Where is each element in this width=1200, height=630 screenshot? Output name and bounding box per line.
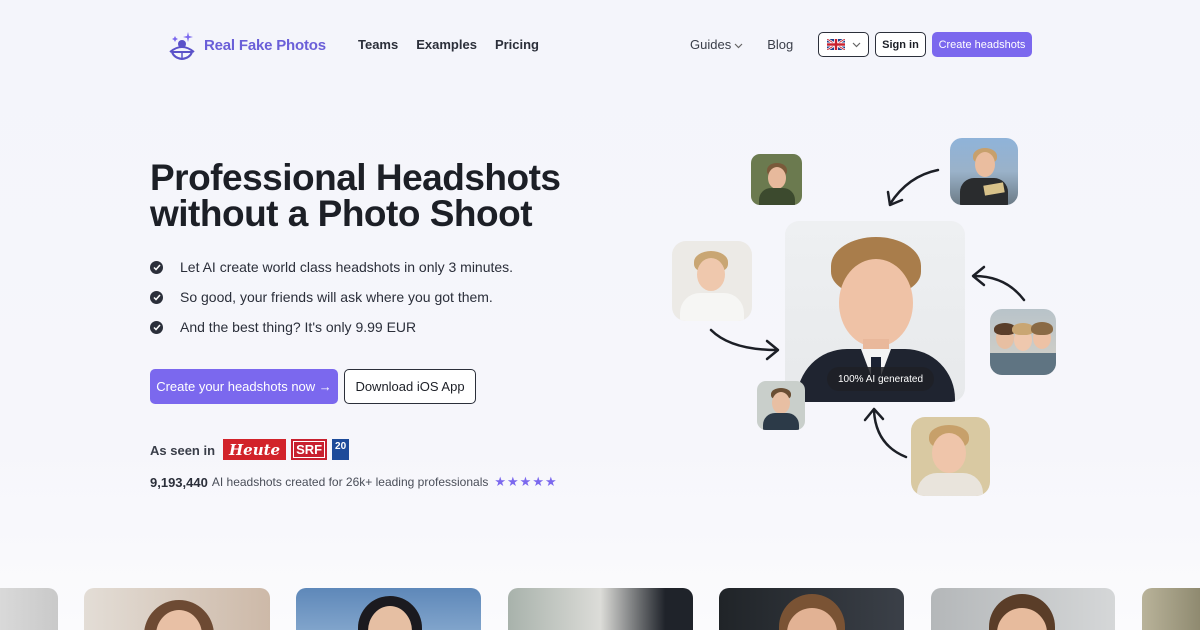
chevron-down-icon	[734, 43, 743, 49]
headshot-count-text: AI headshots created for 26k+ leading pr…	[211, 475, 489, 489]
selfie-photo	[751, 154, 802, 205]
site-header: Real Fake Photos Teams Examples Pricing …	[0, 0, 1200, 90]
arrow-icon	[886, 168, 940, 207]
group-selfie-photo	[990, 309, 1056, 375]
benefit-item: So good, your friends will ask where you…	[150, 282, 513, 312]
chevron-down-icon	[852, 42, 860, 47]
arrow-icon	[971, 265, 1026, 302]
as-seen-in-label: As seen in	[150, 443, 216, 458]
language-selector[interactable]	[818, 32, 869, 57]
benefit-text: And the best thing? It's only 9.99 EUR	[180, 319, 417, 335]
headshot-stats: 9,193,440 AI headshots created for 26k+ …	[150, 474, 558, 490]
logo-text: Real Fake Photos	[204, 36, 326, 54]
logo[interactable]: Real Fake Photos	[166, 30, 326, 60]
example-photo	[1142, 588, 1200, 630]
example-photo	[84, 588, 270, 630]
benefit-item: And the best thing? It's only 9.99 EUR	[150, 312, 513, 342]
create-headshots-button[interactable]: Create headshots	[932, 32, 1032, 57]
logo-icon	[169, 32, 195, 60]
benefit-list: Let AI create world class headshots in o…	[150, 252, 513, 342]
nav-teams[interactable]: Teams	[358, 37, 398, 52]
secondary-nav: Guides Blog	[690, 37, 793, 52]
download-ios-app-button[interactable]: Download iOS App	[344, 369, 476, 404]
nav-examples[interactable]: Examples	[416, 37, 477, 52]
create-your-headshots-button[interactable]: Create your headshots now →	[150, 369, 338, 404]
srf-logo: SRF	[291, 439, 328, 460]
ai-generated-badge: 100% AI generated	[827, 367, 934, 391]
selfie-photo	[911, 417, 990, 496]
check-icon	[150, 290, 163, 304]
hero-title-line-1: Professional Headshots	[150, 157, 561, 198]
selfie-photo	[950, 138, 1018, 205]
nav-guides-label: Guides	[690, 37, 732, 52]
nav-blog[interactable]: Blog	[767, 37, 793, 52]
rating-stars-icon: ★★★★★	[494, 474, 558, 489]
hero-title-line-2: without a Photo Shoot	[150, 193, 533, 234]
selfie-photo	[757, 381, 805, 430]
example-photo	[931, 588, 1115, 630]
twenty-minuten-logo: 20	[332, 439, 350, 460]
benefit-text: Let AI create world class headshots in o…	[180, 259, 514, 275]
heute-logo: Heute	[223, 439, 287, 460]
benefit-item: Let AI create world class headshots in o…	[150, 252, 513, 282]
uk-flag-icon	[826, 39, 845, 50]
example-photo	[0, 588, 58, 630]
press-logos: Heute SRF 20	[223, 439, 350, 460]
headshot-count: 9,193,440	[150, 474, 208, 490]
check-icon	[150, 320, 163, 334]
example-photo	[508, 588, 693, 630]
check-icon	[150, 260, 163, 274]
example-photo	[719, 588, 904, 630]
selfie-photo	[672, 241, 752, 321]
example-photo	[296, 588, 481, 630]
main-nav: Teams Examples Pricing	[358, 37, 539, 52]
nav-pricing[interactable]: Pricing	[495, 37, 539, 52]
hero-title: Professional Headshots without a Photo S…	[150, 157, 561, 234]
arrow-icon	[863, 407, 908, 459]
arrow-icon	[709, 328, 780, 361]
nav-guides[interactable]: Guides	[690, 37, 743, 52]
benefit-text: So good, your friends will ask where you…	[180, 289, 493, 305]
sign-in-button[interactable]: Sign in	[875, 32, 926, 57]
